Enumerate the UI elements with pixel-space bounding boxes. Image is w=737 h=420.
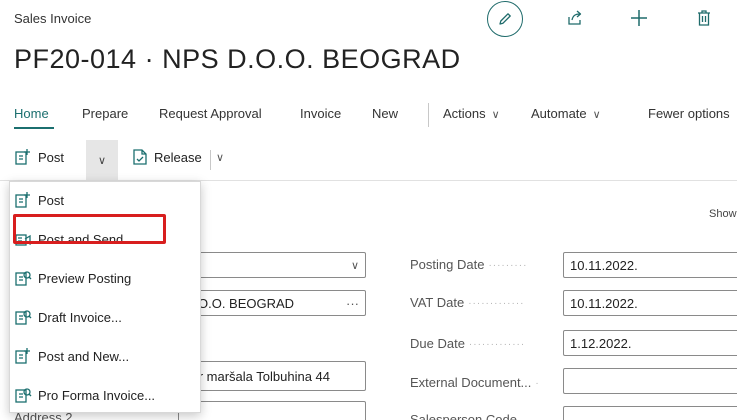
edit-button[interactable] bbox=[487, 1, 523, 37]
external-document-field[interactable] bbox=[563, 368, 737, 394]
vat-date-label-text: VAT Date bbox=[410, 295, 465, 310]
plus-icon bbox=[629, 8, 649, 28]
new-button[interactable] bbox=[628, 7, 650, 29]
salesperson-field[interactable] bbox=[563, 406, 737, 420]
label-dots: ············· bbox=[468, 339, 526, 350]
page-title: PF20-014 · NPS D.O.O. BEOGRAD bbox=[14, 44, 461, 74]
menu-item-post[interactable]: Post bbox=[10, 187, 200, 213]
tab-invoice[interactable]: Invoice bbox=[300, 106, 341, 121]
tab-automate[interactable]: Automate ∨ bbox=[531, 106, 601, 121]
external-document-label: External Document... · bbox=[410, 375, 540, 393]
tab-new[interactable]: New bbox=[372, 106, 398, 121]
action-toolbar: Post ∨ Release ∨ bbox=[0, 140, 737, 180]
pro-forma-invoice-icon bbox=[14, 386, 32, 404]
posting-date-label: Posting Date ········· bbox=[410, 257, 527, 275]
post-button-label: Post bbox=[38, 149, 65, 165]
menu-item-label: Preview Posting bbox=[38, 270, 132, 286]
address2-field[interactable] bbox=[178, 401, 366, 420]
posting-date-field[interactable]: 10.11.2022. bbox=[563, 252, 737, 278]
chevron-down-icon: ∨ bbox=[350, 259, 359, 272]
label-dots: ············· bbox=[468, 298, 525, 309]
posting-date-label-text: Posting Date bbox=[410, 257, 485, 272]
menu-item-label: Post and New... bbox=[38, 348, 130, 364]
tab-actions-label: Actions bbox=[443, 106, 486, 121]
share-button[interactable] bbox=[565, 8, 585, 28]
due-date-value: 1.12.2022. bbox=[570, 335, 632, 351]
toolbar-divider bbox=[210, 150, 211, 170]
customer-no-field[interactable]: 01 ∨ bbox=[178, 252, 366, 278]
menu-item-label: Draft Invoice... bbox=[38, 309, 122, 325]
chevron-down-icon: ∨ bbox=[592, 109, 601, 121]
post-dropdown-menu: Post Post and Send... Preview Posting Dr… bbox=[9, 181, 201, 413]
post-icon bbox=[14, 191, 32, 209]
menu-item-label: Post bbox=[38, 192, 65, 208]
show-more-link[interactable]: Show bbox=[709, 208, 737, 220]
external-document-label-text: External Document... bbox=[410, 375, 532, 390]
due-date-label: Due Date ············· bbox=[410, 336, 525, 354]
tab-divider bbox=[428, 103, 429, 127]
page-caption: Sales Invoice bbox=[14, 11, 92, 26]
salesperson-label: Salesperson Code bbox=[410, 412, 517, 420]
menu-item-post-and-new[interactable]: Post and New... bbox=[10, 343, 200, 369]
delete-button[interactable] bbox=[694, 7, 714, 29]
release-button-label: Release bbox=[154, 149, 202, 165]
customer-name-field[interactable]: D.O.O. BEOGRAD ··· bbox=[178, 290, 366, 316]
chevron-down-icon: ∨ bbox=[97, 154, 107, 167]
post-dropdown-toggle[interactable]: ∨ bbox=[86, 140, 118, 180]
pencil-icon bbox=[497, 11, 513, 27]
tab-prepare[interactable]: Prepare bbox=[82, 106, 128, 121]
tab-automate-label: Automate bbox=[531, 106, 587, 121]
menu-item-label: Pro Forma Invoice... bbox=[38, 387, 156, 403]
preview-posting-icon bbox=[14, 269, 32, 287]
menu-item-preview-posting[interactable]: Preview Posting bbox=[10, 265, 200, 291]
post-icon bbox=[14, 148, 32, 166]
trash-icon bbox=[696, 9, 712, 27]
tab-home[interactable]: Home bbox=[14, 106, 49, 121]
posting-date-value: 10.11.2022. bbox=[570, 257, 638, 273]
release-button[interactable]: Release bbox=[132, 148, 202, 166]
address-field[interactable]: var maršala Tolbuhina 44 bbox=[178, 361, 366, 391]
tab-actions[interactable]: Actions ∨ bbox=[443, 106, 500, 121]
vat-date-value: 10.11.2022. bbox=[570, 295, 638, 311]
post-and-new-icon bbox=[14, 347, 32, 365]
post-button[interactable]: Post bbox=[14, 148, 64, 166]
action-tabs: Home Prepare Request Approval Invoice Ne… bbox=[0, 103, 737, 129]
label-dots: ········· bbox=[488, 260, 528, 271]
salesperson-label-text: Salesperson Code bbox=[410, 412, 517, 420]
label-dots: · bbox=[535, 378, 540, 389]
vat-date-label: VAT Date ············· bbox=[410, 295, 525, 313]
share-icon bbox=[566, 9, 584, 27]
fewer-options-link[interactable]: Fewer options bbox=[648, 106, 730, 121]
chevron-down-icon: ∨ bbox=[216, 152, 225, 164]
menu-item-draft-invoice[interactable]: Draft Invoice... bbox=[10, 304, 200, 330]
chevron-down-icon: ∨ bbox=[491, 109, 500, 121]
vat-date-field[interactable]: 10.11.2022. bbox=[563, 290, 737, 316]
more-options-icon[interactable]: ··· bbox=[346, 296, 359, 311]
address-value: var maršala Tolbuhina 44 bbox=[185, 368, 331, 384]
menu-item-pro-forma-invoice[interactable]: Pro Forma Invoice... bbox=[10, 382, 200, 408]
due-date-field[interactable]: 1.12.2022. bbox=[563, 330, 737, 356]
release-dropdown-toggle[interactable]: ∨ bbox=[216, 151, 224, 164]
highlight-box bbox=[13, 214, 166, 244]
active-tab-indicator bbox=[14, 127, 54, 129]
tab-request-approval[interactable]: Request Approval bbox=[159, 106, 262, 121]
draft-invoice-icon bbox=[14, 308, 32, 326]
due-date-label-text: Due Date bbox=[410, 336, 465, 351]
release-icon bbox=[132, 148, 148, 166]
customer-name-value: D.O.O. BEOGRAD bbox=[185, 295, 295, 311]
